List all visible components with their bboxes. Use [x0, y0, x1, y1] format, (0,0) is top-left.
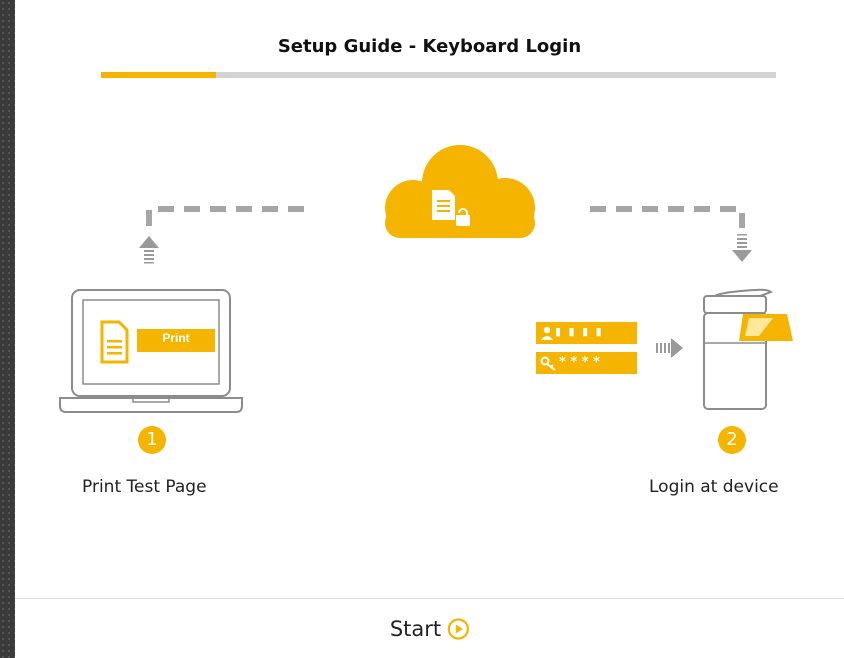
footer: Start [15, 598, 844, 658]
username-mask: ▮ ▮ ▮ ▮ [555, 325, 604, 338]
step-label-1: Print Test Page [82, 477, 207, 497]
document-icon [100, 320, 129, 364]
step-number-2: 2 [726, 429, 738, 450]
printer-icon [703, 288, 774, 410]
step-number-1: 1 [146, 429, 158, 450]
setup-diagram [59, 145, 793, 454]
password-mask: * * * * [559, 355, 600, 370]
setup-guide-window: Setup Guide - Keyboard Login Print ▮ ▮ ▮… [15, 0, 844, 658]
upload-arrow-icon [139, 236, 159, 264]
flow-path-upload [146, 206, 304, 228]
printer-panel-icon [739, 314, 793, 341]
print-button-label: Print [162, 331, 190, 345]
flow-path-download [590, 206, 745, 228]
start-button[interactable]: Start [390, 617, 469, 641]
start-label: Start [389, 617, 442, 641]
arrow-right-icon [656, 338, 683, 358]
download-arrow-icon [732, 234, 752, 262]
step-label-2: Login at device [649, 477, 779, 497]
play-circle-icon [447, 618, 469, 640]
